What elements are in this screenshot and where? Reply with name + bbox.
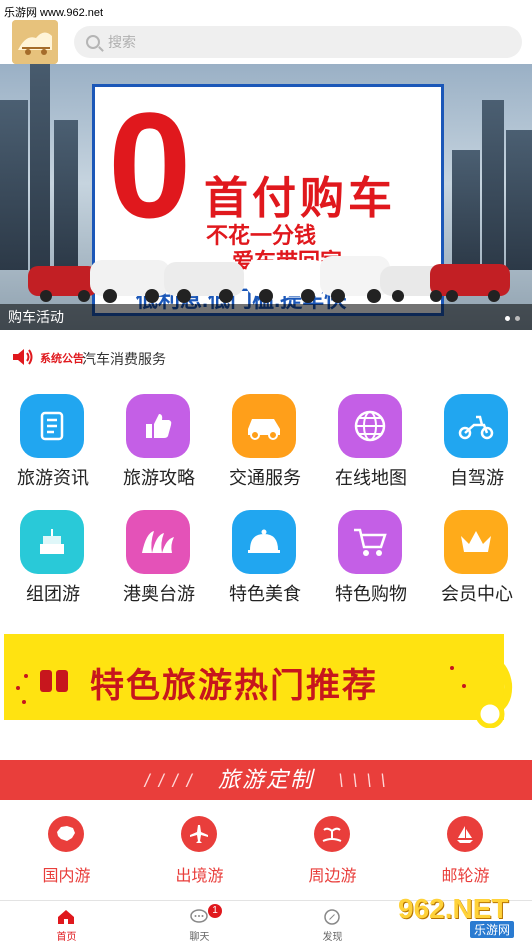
cars-illustration — [28, 256, 510, 303]
grid-item-travel-news[interactable]: 旅游资讯 — [0, 384, 106, 496]
chat-unread-badge: 1 — [208, 904, 222, 918]
building-5 — [482, 100, 504, 270]
grid-item-label: 在线地图 — [335, 468, 407, 488]
grid-item-hk-macau-tw[interactable]: 港奥台游 — [106, 500, 212, 612]
building-3 — [54, 120, 78, 270]
site-watermark: 乐游网 www.962.net — [4, 7, 104, 19]
category-label: 周边游 — [308, 868, 357, 885]
home-icon — [58, 910, 74, 924]
carousel-dot-1[interactable] — [505, 316, 510, 321]
china-map-icon — [48, 816, 84, 852]
tab-chat[interactable]: 聊天 — [133, 901, 266, 944]
section-title: 旅游定制 — [217, 767, 314, 792]
tab-label: 聊天 — [189, 932, 210, 943]
category-label: 国内游 — [42, 868, 91, 885]
scooter-icon — [444, 394, 508, 458]
tab-label: 首页 — [56, 932, 77, 943]
grid-item-label: 交通服务 — [229, 468, 301, 488]
grid-item-member-center[interactable]: 会员中心 — [424, 500, 530, 612]
cake-icon — [20, 510, 84, 574]
island-icon — [314, 816, 350, 852]
grid-item-travel-guide[interactable]: 旅游攻略 — [106, 384, 212, 496]
grid-item-label: 旅游攻略 — [123, 468, 195, 488]
building-6 — [506, 130, 532, 270]
grid-item-label: 会员中心 — [441, 584, 513, 604]
grid-item-local-food[interactable]: 特色美食 — [212, 500, 318, 612]
food-dome-icon — [232, 510, 296, 574]
notice-bar[interactable]: 系统公告 汽车消费服务 — [0, 340, 532, 376]
carousel-dots — [505, 316, 520, 321]
grid-item-transport[interactable]: 交通服务 — [212, 384, 318, 496]
category-outbound[interactable]: 出境游 — [133, 806, 266, 898]
grid-item-label: 组团游 — [26, 584, 80, 604]
opera-house-icon — [126, 510, 190, 574]
grid-item-label: 特色美食 — [229, 584, 301, 604]
airplane-icon — [181, 816, 217, 852]
grid-item-label: 自驾游 — [450, 468, 504, 488]
top-bar: 搜索 — [0, 18, 532, 64]
app-logo[interactable] — [12, 20, 58, 64]
grid-item-label: 特色购物 — [335, 584, 407, 604]
notebook-icon — [20, 394, 84, 458]
travel-category-row: 国内游 出境游 周边游 邮轮游 — [0, 806, 532, 898]
grid-item-online-map[interactable]: 在线地图 — [318, 384, 424, 496]
grid-item-shopping[interactable]: 特色购物 — [318, 500, 424, 612]
search-icon — [86, 35, 100, 49]
crown-icon — [444, 510, 508, 574]
watermark-sub: 乐游网 — [470, 921, 515, 938]
promo-text: 特色旅游热门推荐 — [90, 667, 378, 705]
feature-grid: 旅游资讯 旅游攻略 交通服务 在线地图 自驾游 组团游 港奥台游 特色美食 特色… — [0, 384, 532, 614]
logo-image — [12, 20, 58, 64]
building-1 — [0, 100, 28, 270]
header-decoration-left: / / / / — [144, 771, 194, 791]
car-icon — [232, 394, 296, 458]
banner-caption: 购车活动 — [0, 304, 532, 330]
corner-watermark: 962.NET 乐游网 — [390, 893, 530, 939]
banner-zero: 0 — [108, 81, 192, 249]
category-label: 出境游 — [175, 868, 224, 885]
header-decoration-right: \ \ \ \ — [338, 771, 388, 791]
tab-home[interactable]: 首页 — [0, 901, 133, 944]
sailboat-icon — [447, 816, 483, 852]
notice-tag: 系统公告 — [40, 353, 84, 365]
chat-icon — [190, 909, 208, 923]
thumbs-up-icon — [126, 394, 190, 458]
category-label: 邮轮游 — [441, 868, 490, 885]
hot-recommend-banner[interactable]: 特色旅游热门推荐 — [4, 626, 528, 728]
grid-item-group-tour[interactable]: 组团游 — [0, 500, 106, 612]
grid-item-self-drive[interactable]: 自驾游 — [424, 384, 530, 496]
promo-banner[interactable]: 0 首付购车 不花一分钱 爱车带回家 低利息.低门槛.提车快 购车活动 — [0, 64, 532, 330]
section-header-custom-travel: / / / / 旅游定制 \ \ \ \ — [0, 760, 532, 800]
shopping-cart-icon — [338, 510, 402, 574]
compass-icon — [324, 909, 340, 925]
tab-label: 发现 — [322, 932, 343, 943]
search-bar[interactable]: 搜索 — [74, 26, 522, 58]
category-cruise[interactable]: 邮轮游 — [399, 806, 532, 898]
category-domestic[interactable]: 国内游 — [0, 806, 133, 898]
building-2 — [30, 64, 50, 270]
carousel-dot-2[interactable] — [515, 316, 520, 321]
notice-text: 汽车消费服务 — [82, 351, 166, 367]
search-placeholder: 搜索 — [108, 34, 136, 50]
tab-discover[interactable]: 发现 — [266, 901, 399, 944]
globe-icon — [338, 394, 402, 458]
banner-headline: 首付购车 — [204, 174, 396, 223]
category-nearby[interactable]: 周边游 — [266, 806, 399, 898]
grid-item-label: 旅游资讯 — [17, 468, 89, 488]
grid-item-label: 港奥台游 — [123, 584, 195, 604]
speaker-icon — [13, 349, 33, 365]
